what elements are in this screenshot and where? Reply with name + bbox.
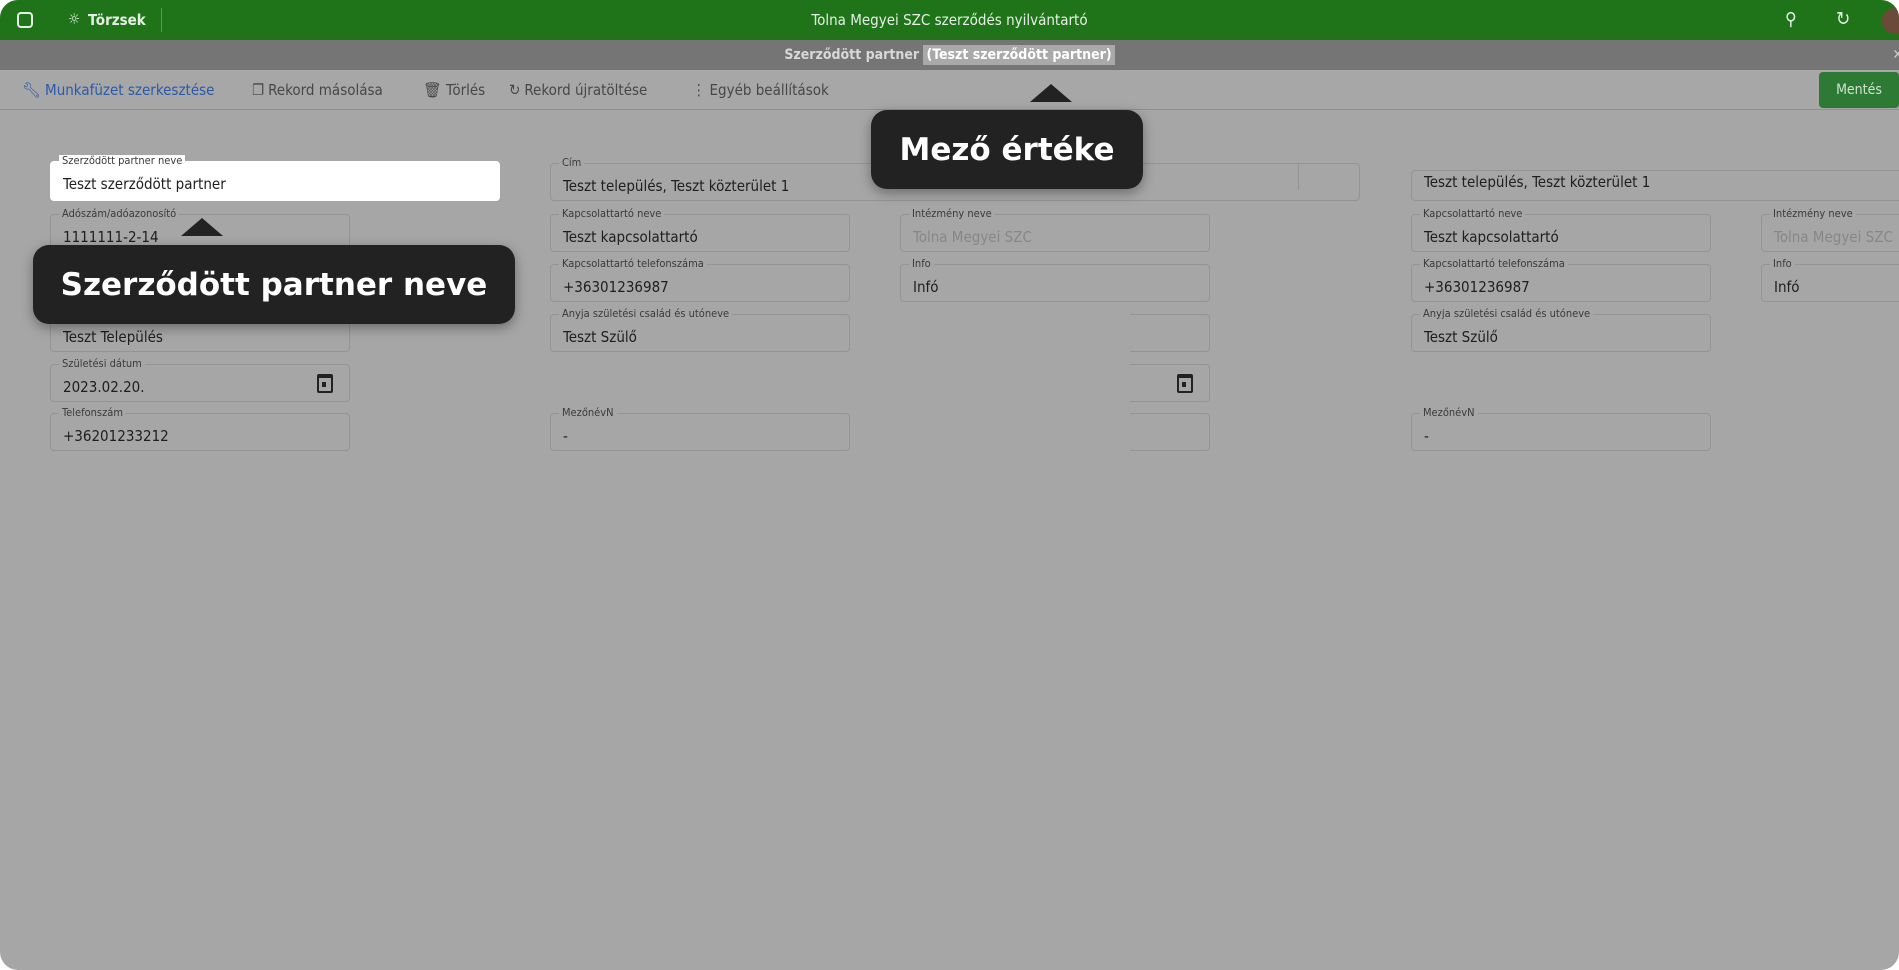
- field-label: Kapcsolattartó neve: [559, 208, 665, 220]
- field-value: +36201233212: [63, 427, 169, 445]
- entity-name: Szerződött partner: [784, 47, 920, 63]
- field-value: Teszt Szülő: [563, 328, 637, 346]
- field-value: Teszt kapcsolattartó: [563, 228, 698, 246]
- field-value: 2023.02.20.: [63, 378, 145, 396]
- field-value: -: [1424, 427, 1429, 445]
- more-vert-icon: ⋮: [692, 81, 706, 99]
- contact-phone-field[interactable]: Kapcsolattartó telefonszáma +36301236987: [550, 258, 850, 302]
- top-bar: ☼ Törzsek Tolna Megyei SZC szerződés nyi…: [0, 0, 1899, 40]
- field-value: Teszt Szülő: [1424, 328, 1498, 346]
- field-value: +36301236987: [563, 278, 669, 296]
- ghost-address-field: Teszt település, Teszt közterület 1: [1411, 170, 1899, 201]
- field-label: Kapcsolattartó telefonszáma: [1420, 258, 1568, 270]
- avatar[interactable]: [1882, 8, 1899, 34]
- field-label: MezőnévN: [1420, 407, 1478, 419]
- delete-label: Törlés: [446, 81, 486, 99]
- copy-icon: ❐: [252, 81, 265, 99]
- mother-name-field[interactable]: Anyja születési család és utóneve Teszt S…: [550, 308, 850, 352]
- record-header: Szerződött partner (Teszt szerződött par…: [0, 40, 1899, 70]
- reload-label: Rekord újratöltése: [524, 81, 648, 99]
- calendar-icon[interactable]: [1177, 374, 1193, 393]
- institution-field-copy: Intézmény neve Tolna Megyei SZC: [1761, 208, 1899, 252]
- field-value: Infó: [913, 278, 939, 296]
- ghost-divider: [1298, 164, 1299, 190]
- field-label: Anyja születési család és utóneve: [1420, 308, 1594, 320]
- mother-name-field-copy[interactable]: Anyja születési család és utóneve Teszt S…: [1411, 308, 1711, 352]
- app-title: Tolna Megyei SZC szerződés nyilvántartó: [811, 11, 1088, 29]
- record-name: (Teszt szerződött partner): [923, 45, 1115, 65]
- reload-icon: ↻: [509, 81, 521, 99]
- contact-phone-field-copy[interactable]: Kapcsolattartó telefonszáma +36301236987: [1411, 258, 1711, 302]
- tooltip-field-value: Mező értéke: [871, 110, 1143, 189]
- field-label: Cím: [559, 157, 585, 169]
- trash-icon: 🗑︎: [423, 81, 443, 99]
- partner-name-field[interactable]: Szerződött partner neve Teszt szerződött …: [50, 155, 500, 201]
- search-icon[interactable]: ⚲: [1785, 9, 1797, 30]
- field-label: Intézmény neve: [909, 208, 995, 220]
- field-value: Teszt település, Teszt közterület 1: [1424, 173, 1651, 191]
- field-value: +36301236987: [1424, 278, 1530, 296]
- toolbar: 🔧︎ Munkafüzet szerkesztése ❐ Rekord másolá…: [0, 70, 1899, 110]
- edit-label: Munkafüzet szerkesztése: [45, 81, 215, 99]
- ghost-field: [1130, 314, 1210, 352]
- field-label: Intézmény neve: [1770, 208, 1856, 220]
- delete-button[interactable]: 🗑︎ Törlés: [423, 81, 485, 99]
- tooltip-partner-name: Szerződött partner neve: [33, 245, 515, 324]
- info-field[interactable]: Info Infó: [900, 258, 1210, 302]
- field-label: Telefonszám: [59, 407, 126, 419]
- contact-name-field-copy[interactable]: Kapcsolattartó neve Teszt kapcsolattartó: [1411, 208, 1711, 252]
- wrench-icon: 🔧︎: [22, 81, 42, 99]
- field-label: Info: [909, 258, 934, 270]
- field-label: Info: [1770, 258, 1795, 270]
- info-field-copy[interactable]: Info Infó: [1761, 258, 1899, 302]
- reload-record-button[interactable]: ↻ Rekord újratöltése: [509, 81, 647, 99]
- birth-date-field[interactable]: Születési dátum 2023.02.20.: [50, 358, 350, 402]
- field-label: Kapcsolattartó neve: [1420, 208, 1526, 220]
- copy-record-button[interactable]: ❐ Rekord másolása: [252, 81, 383, 99]
- mezonev-field-copy[interactable]: MezőnévN -: [1411, 407, 1711, 451]
- field-value: Teszt település, Teszt közterület 1: [563, 177, 790, 195]
- close-icon[interactable]: ✕: [1892, 40, 1899, 70]
- tooltip-arrow: [181, 218, 223, 236]
- field-label: Születési dátum: [59, 358, 145, 370]
- phone-field[interactable]: Telefonszám +36201233212: [50, 407, 350, 451]
- more-settings-button[interactable]: ⋮ Egyéb beállítások: [692, 81, 829, 99]
- edit-workbook-button[interactable]: 🔧︎ Munkafüzet szerkesztése: [22, 81, 214, 99]
- field-label: MezőnévN: [559, 407, 617, 419]
- field-value: Infó: [1774, 278, 1800, 296]
- tooltip-arrow: [1030, 84, 1072, 102]
- app-window: ☼ Törzsek Tolna Megyei SZC szerződés nyi…: [0, 0, 1899, 970]
- contact-name-field[interactable]: Kapcsolattartó neve Teszt kapcsolattartó: [550, 208, 850, 252]
- field-value: Tolna Megyei SZC: [1774, 228, 1893, 246]
- field-value: -: [563, 427, 568, 445]
- refresh-icon[interactable]: ↻: [1836, 8, 1850, 30]
- calendar-icon[interactable]: [317, 374, 333, 393]
- field-value: Tolna Megyei SZC: [913, 228, 1032, 246]
- institution-field: Intézmény neve Tolna Megyei SZC: [900, 208, 1210, 252]
- field-label: Adószám/adóazonosító: [59, 208, 180, 220]
- ghost-date-field: [1130, 364, 1210, 402]
- copy-label: Rekord másolása: [268, 81, 383, 99]
- more-label: Egyéb beállítások: [709, 81, 829, 99]
- field-label: Szerződött partner neve: [59, 155, 186, 167]
- mezonev-field[interactable]: MezőnévN -: [550, 407, 850, 451]
- field-value: 1111111-2-14: [63, 228, 159, 246]
- field-value: Teszt Település: [63, 328, 163, 346]
- field-label: Kapcsolattartó telefonszáma: [559, 258, 707, 270]
- field-value: Teszt szerződött partner: [63, 175, 226, 193]
- field-value: Teszt kapcsolattartó: [1424, 228, 1559, 246]
- ghost-field: [1130, 413, 1210, 451]
- save-button[interactable]: Mentés: [1819, 72, 1899, 108]
- field-label: Anyja születési család és utóneve: [559, 308, 733, 320]
